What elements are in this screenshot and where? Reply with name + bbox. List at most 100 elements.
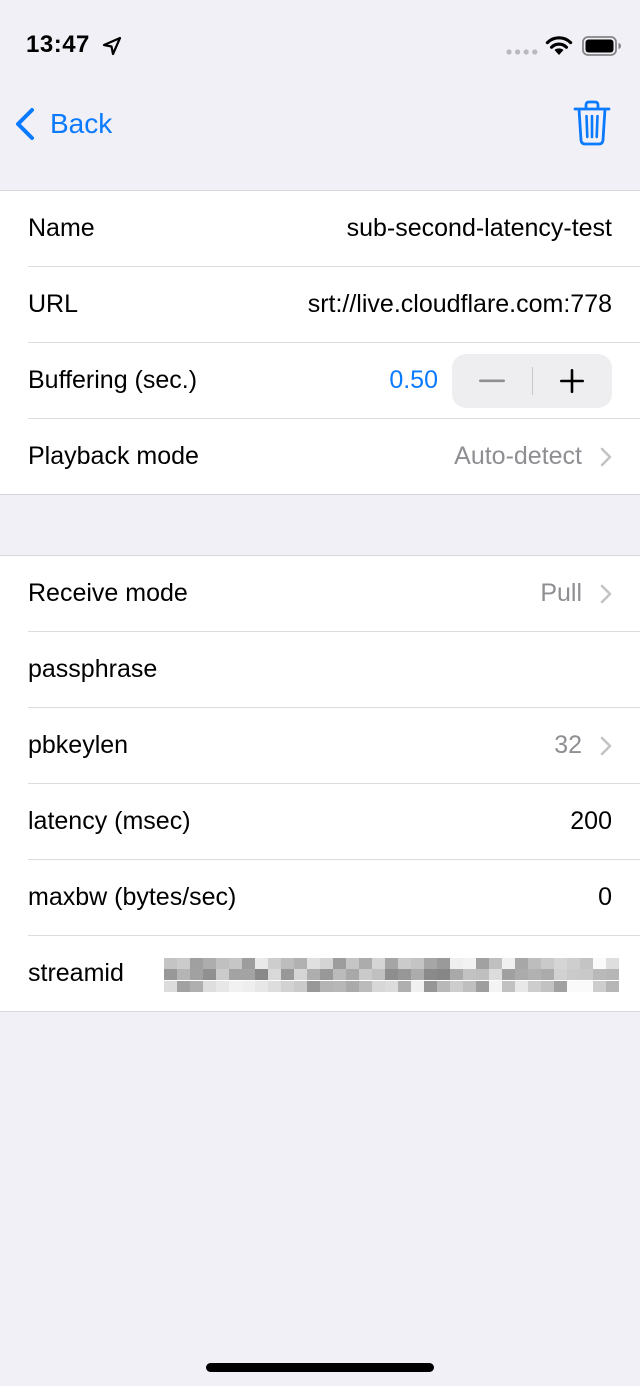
playback-mode-value: Auto-detect: [454, 442, 582, 470]
stepper-increment-button[interactable]: [533, 354, 613, 408]
pixel-block: [606, 980, 619, 992]
passphrase-row[interactable]: passphrase: [28, 632, 640, 708]
receive-mode-label: Receive mode: [28, 579, 188, 607]
pixel-block: [268, 969, 281, 981]
pixel-block: [463, 969, 476, 981]
pixel-block: [333, 969, 346, 981]
pixel-block: [333, 958, 346, 969]
wifi-icon: [545, 36, 573, 55]
chevron-left-icon: [16, 108, 34, 140]
pixel-block: [463, 958, 476, 969]
pixel-block: [255, 969, 268, 981]
pixel-block: [528, 980, 541, 992]
pixel-block: [424, 980, 437, 992]
pixel-block: [567, 958, 580, 969]
pixel-block: [515, 958, 528, 969]
url-value[interactable]: srt://live.cloudflare.com:778: [308, 290, 612, 319]
maxbw-row[interactable]: maxbw (bytes/sec) 0: [28, 860, 640, 936]
buffering-label: Buffering (sec.): [28, 366, 198, 394]
maxbw-value[interactable]: 0: [598, 883, 612, 912]
buffering-value: 0.50: [389, 366, 438, 394]
receive-mode-row[interactable]: Receive mode Pull: [28, 556, 640, 632]
pixel-block: [593, 980, 606, 992]
pixel-block: [424, 958, 437, 969]
pixel-block: [606, 958, 619, 969]
pixel-block: [177, 969, 190, 981]
chevron-right-icon: [600, 447, 612, 466]
status-bar: 13:47: [0, 0, 640, 92]
connection-settings-section: Name sub-second-latency-test URL srt://l…: [0, 190, 640, 495]
pixel-block: [476, 958, 489, 969]
pixel-block: [346, 958, 359, 969]
pixel-block: [385, 958, 398, 969]
pixel-block: [463, 980, 476, 992]
url-row[interactable]: URL srt://live.cloudflare.com:778: [28, 267, 640, 343]
pixel-block: [424, 969, 437, 981]
pixel-block: [554, 958, 567, 969]
pixel-block: [541, 958, 554, 969]
name-row[interactable]: Name sub-second-latency-test: [28, 191, 640, 267]
pixel-block: [515, 980, 528, 992]
latency-row[interactable]: latency (msec) 200: [28, 784, 640, 860]
pixel-block: [372, 958, 385, 969]
pixel-block: [229, 980, 242, 992]
pixel-block: [372, 980, 385, 992]
trash-icon[interactable]: [572, 100, 612, 146]
minus-icon: [478, 379, 505, 383]
buffering-row: Buffering (sec.) 0.50: [28, 343, 640, 419]
pixel-block: [411, 969, 424, 981]
pixel-block: [528, 969, 541, 981]
pixel-block: [398, 958, 411, 969]
location-arrow-icon: [102, 36, 122, 56]
pbkeylen-row[interactable]: pbkeylen 32: [28, 708, 640, 784]
pixel-block: [268, 980, 281, 992]
pixel-block: [255, 980, 268, 992]
pixel-block: [580, 958, 593, 969]
pixel-block: [502, 969, 515, 981]
receive-mode-value: Pull: [540, 579, 582, 607]
playback-mode-row[interactable]: Playback mode Auto-detect: [28, 419, 640, 494]
latency-value[interactable]: 200: [570, 807, 612, 836]
pixel-block: [320, 958, 333, 969]
maxbw-label: maxbw (bytes/sec): [28, 883, 237, 911]
pixel-block: [385, 969, 398, 981]
pixel-block: [476, 980, 489, 992]
stepper-decrement-button[interactable]: [452, 354, 532, 408]
pixel-block: [281, 980, 294, 992]
pixel-block: [281, 958, 294, 969]
passphrase-label: passphrase: [28, 655, 158, 683]
pixel-block: [489, 969, 502, 981]
pixel-block: [450, 958, 463, 969]
pixel-block: [411, 980, 424, 992]
status-time: 13:47: [26, 31, 90, 58]
pixel-block: [242, 980, 255, 992]
pixel-block: [593, 969, 606, 981]
home-indicator: [206, 1363, 434, 1372]
pixel-block: [502, 958, 515, 969]
pixel-block: [203, 980, 216, 992]
back-button[interactable]: Back: [14, 102, 112, 146]
pixel-block: [385, 980, 398, 992]
pixel-block: [190, 958, 203, 969]
playback-mode-label: Playback mode: [28, 442, 199, 470]
pixel-block: [606, 969, 619, 981]
streamid-label: streamid: [28, 959, 124, 987]
pixel-block: [528, 958, 541, 969]
streamid-row[interactable]: streamid: [28, 936, 640, 1011]
pixel-block: [580, 980, 593, 992]
pixel-block: [593, 958, 606, 969]
pbkeylen-label: pbkeylen: [28, 731, 129, 759]
name-value[interactable]: sub-second-latency-test: [347, 214, 612, 243]
pixel-block: [554, 980, 567, 992]
pixel-block: [359, 969, 372, 981]
pixel-block: [294, 980, 307, 992]
pixel-block: [229, 969, 242, 981]
chevron-right-icon: [600, 584, 612, 603]
pixel-block: [307, 958, 320, 969]
streamid-redacted-value[interactable]: [164, 958, 619, 992]
pixel-block: [398, 969, 411, 981]
pixel-block: [489, 980, 502, 992]
pixel-block: [346, 969, 359, 981]
pixel-block: [554, 969, 567, 981]
pixel-block: [437, 958, 450, 969]
